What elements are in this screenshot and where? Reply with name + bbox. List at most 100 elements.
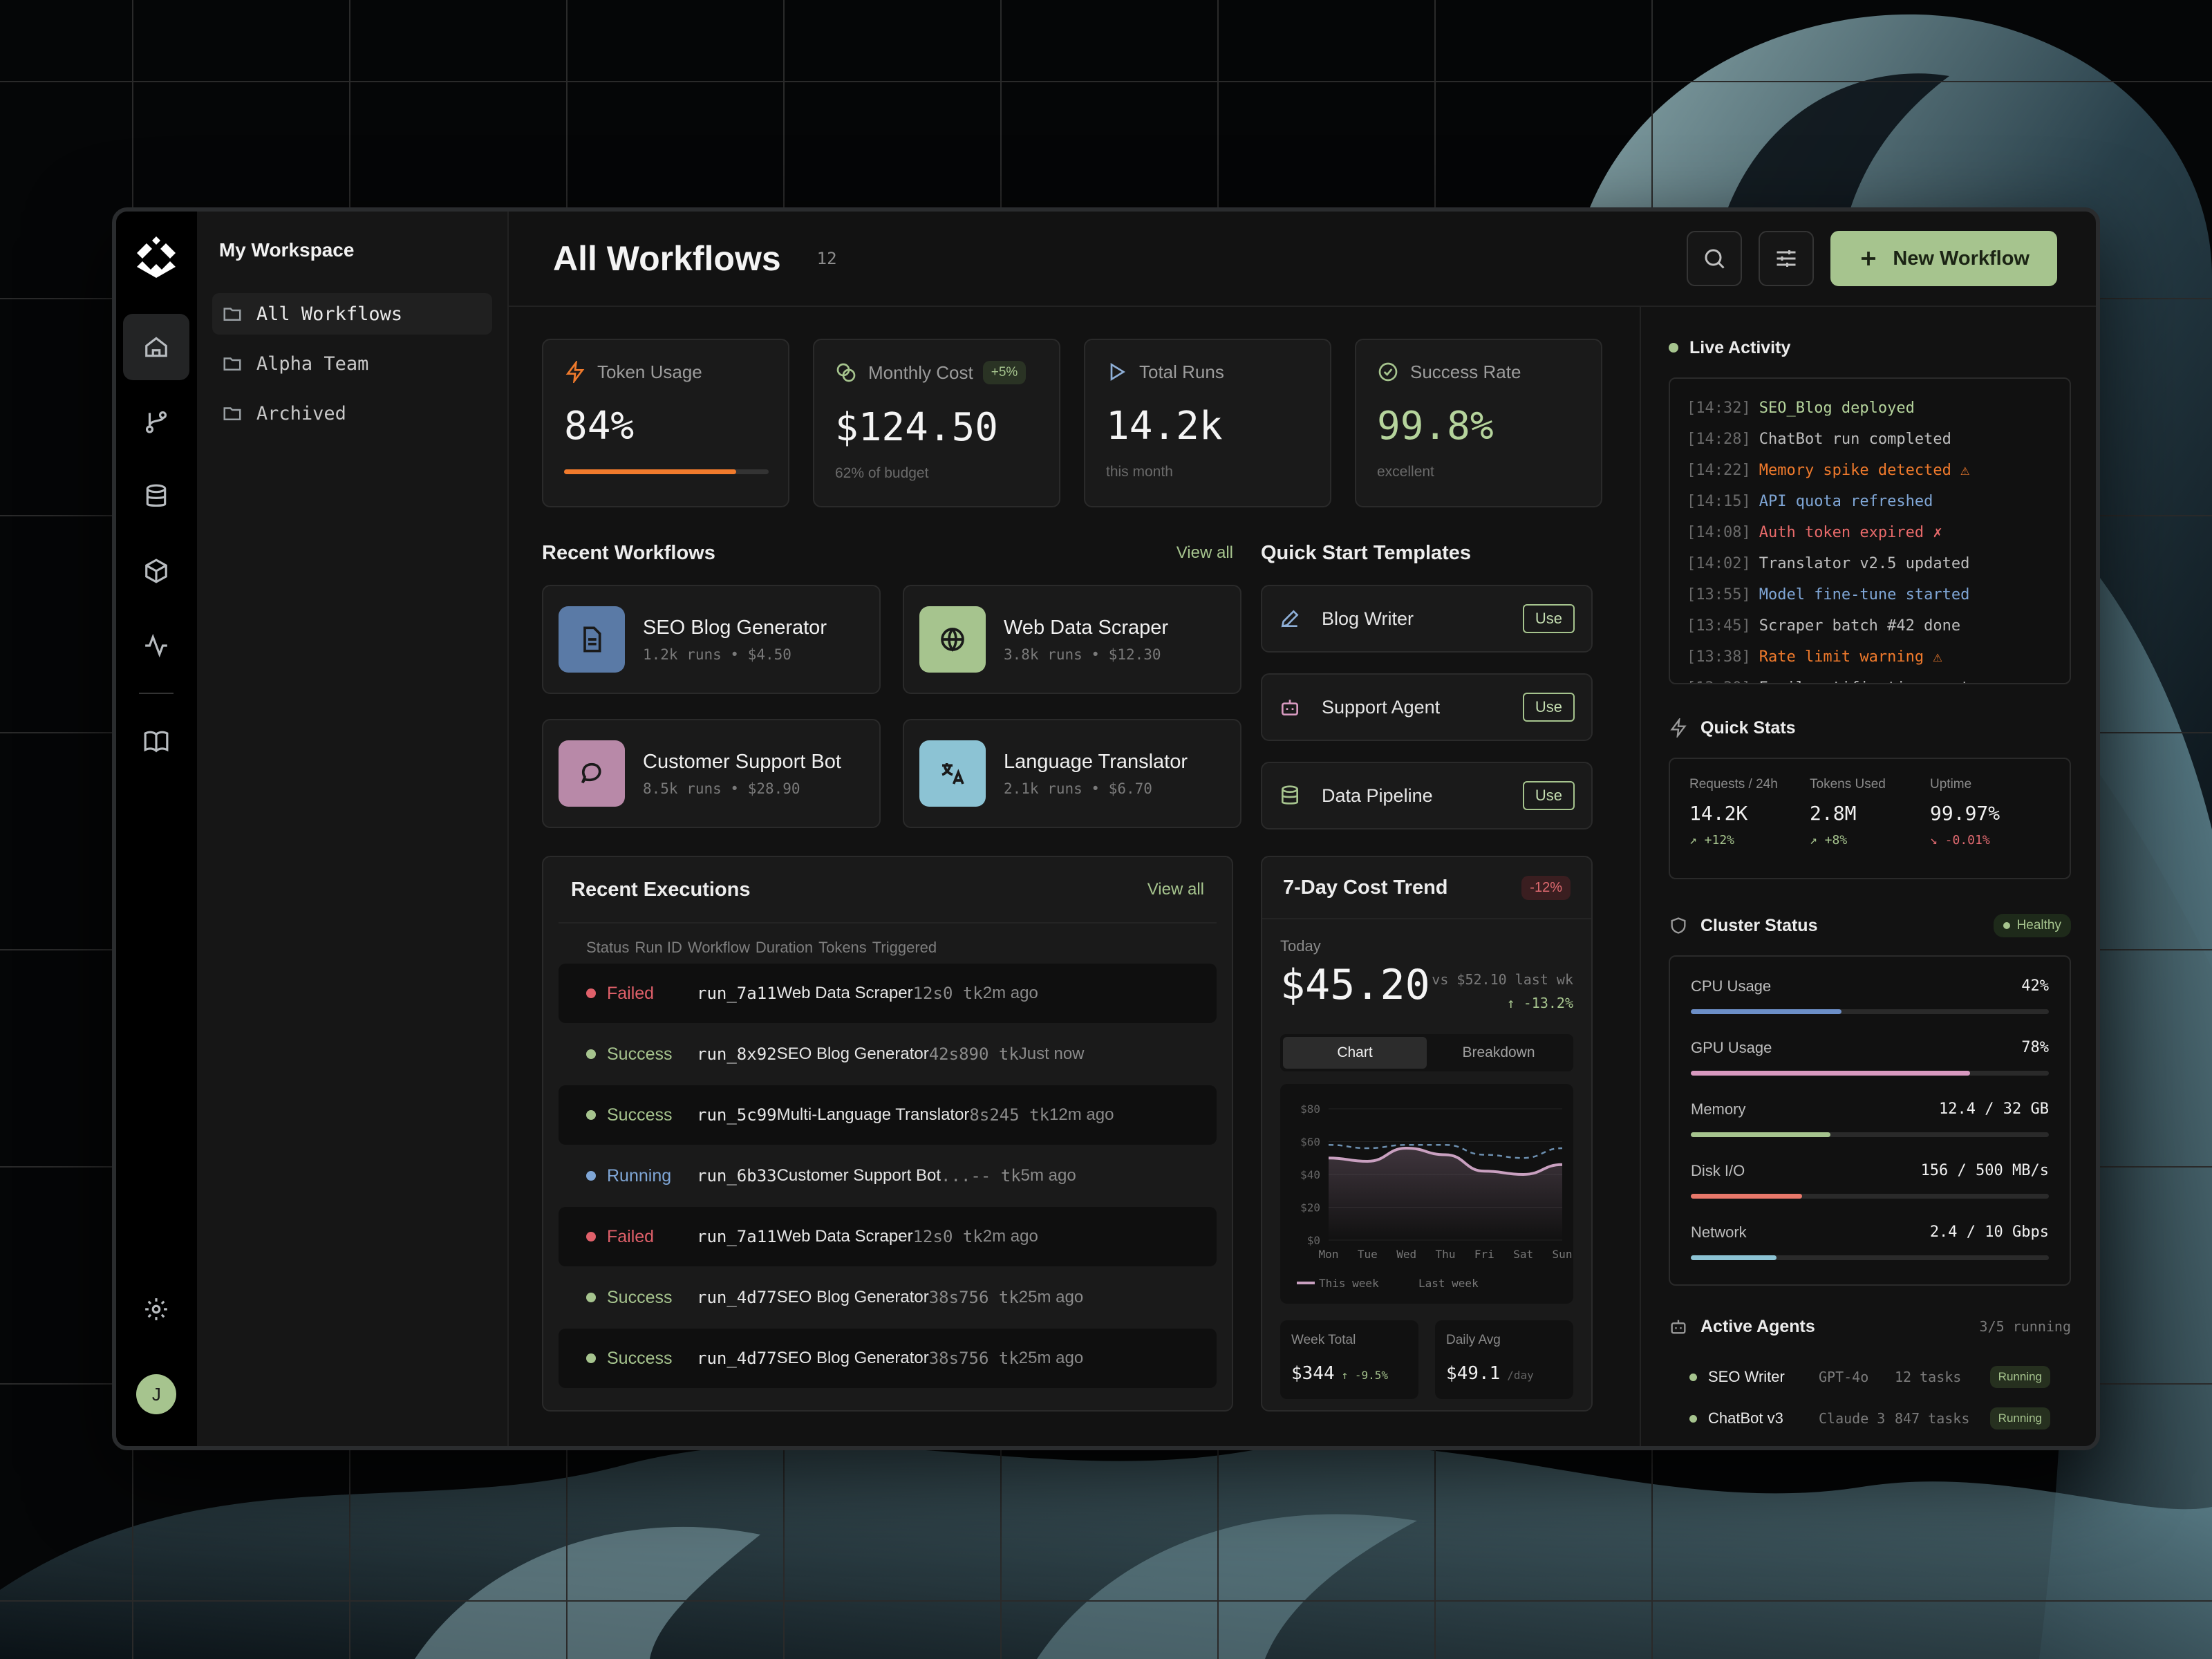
column-header[interactable]: Status <box>586 939 629 957</box>
duration: 12s <box>912 984 943 1003</box>
cluster-metric: Memory 12.4 / 32 GB <box>1691 1100 2049 1137</box>
workflow-name: Multi-Language Translator <box>776 1105 970 1124</box>
table-row[interactable]: Success run_5c99 Multi-Language Translator… <box>559 1085 1217 1145</box>
workflow-icon-tile <box>559 606 625 673</box>
docs-nav-button[interactable] <box>123 708 189 774</box>
bot-icon <box>1671 1320 1686 1334</box>
table-row[interactable]: Success run_4d77 SEO Blog Generator 38s 756 … <box>559 1329 1217 1388</box>
column-header[interactable]: Run ID <box>635 939 682 957</box>
table-row[interactable]: Running run_6b33 Customer Support Bot... --… <box>559 1146 1217 1206</box>
sidebar-item-archived[interactable]: Archived <box>212 393 492 434</box>
quick-stats-card: Requests / 24h 14.2K ↗ +12% Tokens Used 2.8… <box>1669 758 2071 879</box>
stat-sub: 62% of budget <box>835 465 929 481</box>
workflow-card[interactable]: Language Translator 2.1k runs • $6.70 <box>903 719 1241 828</box>
duration: 8s <box>969 1105 990 1125</box>
workflow-meta: 2.1k runs • $6.70 <box>1004 780 1152 797</box>
app-logo-icon[interactable] <box>133 234 180 281</box>
status-text: Success <box>607 1287 673 1307</box>
sidebar-item-all-workflows[interactable]: All Workflows <box>212 293 492 335</box>
status-dot <box>586 1110 596 1120</box>
stat-card-monthly-cost[interactable]: Monthly Cost +5% $124.50 62% of budget <box>813 339 1060 507</box>
workflow-name: SEO Blog Generator <box>776 1044 929 1063</box>
metric-bar <box>1691 1071 2049 1076</box>
stat-sub: excellent <box>1377 464 1434 480</box>
workflow-card[interactable]: Customer Support Bot 8.5k runs • $28.90 <box>542 719 881 828</box>
status-text: Running <box>607 1165 672 1185</box>
workflow-count: 12 <box>816 249 837 268</box>
folder-icon <box>223 357 241 371</box>
workflow-name: SEO Blog Generator <box>776 1288 929 1306</box>
section-title: Active Agents <box>1700 1316 1815 1336</box>
new-workflow-button[interactable]: New Workflow <box>1830 231 2057 286</box>
settings-nav-button[interactable] <box>123 1276 189 1342</box>
workflow-name: Language Translator <box>1004 750 1188 773</box>
branches-nav-button[interactable] <box>123 388 189 455</box>
metric-row: Memory 12.4 / 32 GB <box>1691 1100 2049 1118</box>
agent-model: GPT-4o <box>1819 1369 1869 1385</box>
status-dot <box>586 988 596 998</box>
workspace-title[interactable]: My Workspace <box>219 239 485 261</box>
tab-chart[interactable]: Chart <box>1283 1037 1427 1069</box>
workflow-card[interactable]: SEO Blog Generator 1.2k runs • $4.50 <box>542 585 881 694</box>
view-all-link[interactable]: View all <box>1177 543 1233 563</box>
metric-value: 78% <box>2021 1039 2049 1056</box>
chart-view-toggle: Chart Breakdown <box>1280 1034 1573 1071</box>
new-workflow-label: New Workflow <box>1893 247 2030 270</box>
activity-nav-button[interactable] <box>123 612 189 679</box>
home-nav-button[interactable] <box>123 314 190 380</box>
template-blog-writer[interactable]: Blog Writer Use <box>1261 585 1593 653</box>
search-button[interactable] <box>1687 231 1743 286</box>
metric-bar-fill <box>1691 1071 1971 1076</box>
section-title: Quick Start Templates <box>1261 541 1472 564</box>
x-tick-label: Mon <box>1319 1248 1339 1261</box>
column-header[interactable]: Duration <box>756 939 813 957</box>
globe-icon <box>941 628 964 652</box>
column-header[interactable]: Workflow <box>688 939 750 957</box>
sidebar-item-alpha-team[interactable]: Alpha Team <box>212 343 492 384</box>
log-line: [13:45] Scraper batch #42 done <box>1687 610 2053 641</box>
zap-icon <box>1670 718 1687 738</box>
rail-divider <box>139 693 174 694</box>
table-row[interactable]: Failed run_7a11 Web Data Scraper 12s 0 tk 2m … <box>559 1207 1217 1266</box>
mini-unit: /day <box>1507 1369 1534 1382</box>
duration: 42s <box>928 1044 959 1064</box>
workflow-card[interactable]: Web Data Scraper 3.8k runs • $12.30 <box>903 585 1241 694</box>
tab-breakdown[interactable]: Breakdown <box>1427 1037 1571 1069</box>
table-row[interactable]: Failed run_7a11 Web Data Scraper 12s 0 tk 2m … <box>559 964 1217 1023</box>
agent-row[interactable]: ChatBot v3 Claude 3 847 tasks Running <box>1669 1398 2071 1439</box>
run-id: run_7a11 <box>697 1227 777 1246</box>
user-avatar[interactable]: J <box>136 1374 177 1414</box>
stat-card-token-usage[interactable]: Token Usage 84% <box>542 339 789 507</box>
log-message: Memory spike detected ⚠ <box>1759 462 1970 479</box>
view-all-link[interactable]: View all <box>1147 880 1204 899</box>
log-line: [14:08] Auth token expired ✗ <box>1687 517 2053 548</box>
template-support-agent[interactable]: Support Agent Use <box>1261 673 1593 741</box>
database-nav-button[interactable] <box>123 463 189 529</box>
filter-button[interactable] <box>1759 231 1815 286</box>
packages-nav-button[interactable] <box>123 538 189 604</box>
status-text: Healthy <box>2016 918 2061 932</box>
table-row[interactable]: Success run_4d77 SEO Blog Generator 38s 756 … <box>559 1268 1217 1327</box>
use-template-button[interactable]: Use <box>1522 781 1575 810</box>
stat-card-total-runs[interactable]: Total Runs 14.2k this month <box>1084 339 1331 507</box>
use-template-button[interactable]: Use <box>1522 693 1575 722</box>
stats-row: Token Usage 84% Monthly Cost +5% $124.50… <box>542 339 1606 507</box>
mini-label: Week Total <box>1291 1333 1356 1347</box>
use-template-button[interactable]: Use <box>1522 604 1575 633</box>
column-header[interactable]: Triggered <box>872 939 937 957</box>
plus-icon <box>1862 252 1876 265</box>
template-data-pipeline[interactable]: Data Pipeline Use <box>1261 762 1593 830</box>
agent-row[interactable]: SEO Writer GPT-4o 12 tasks Running <box>1669 1356 2071 1398</box>
status-text: Success <box>607 1105 673 1125</box>
change-badge: +5% <box>982 361 1027 384</box>
column-header[interactable]: Tokens <box>818 939 867 957</box>
stat-card-success-rate[interactable]: Success Rate 99.8% excellent <box>1355 339 1602 507</box>
table-row[interactable]: Success run_8x92 SEO Blog Generator 42s 890 … <box>559 1024 1217 1084</box>
section-title: Recent Workflows <box>542 541 715 564</box>
check-circle-icon <box>1378 362 1398 382</box>
activity-log[interactable]: [14:32] SEO_Blog deployed [14:28] ChatBot r… <box>1669 377 2071 684</box>
metric-value: 12.4 / 32 GB <box>1939 1100 2049 1118</box>
metric-bar-fill <box>1691 1255 1777 1260</box>
coins-icon <box>836 363 856 382</box>
translate-icon <box>941 763 964 785</box>
